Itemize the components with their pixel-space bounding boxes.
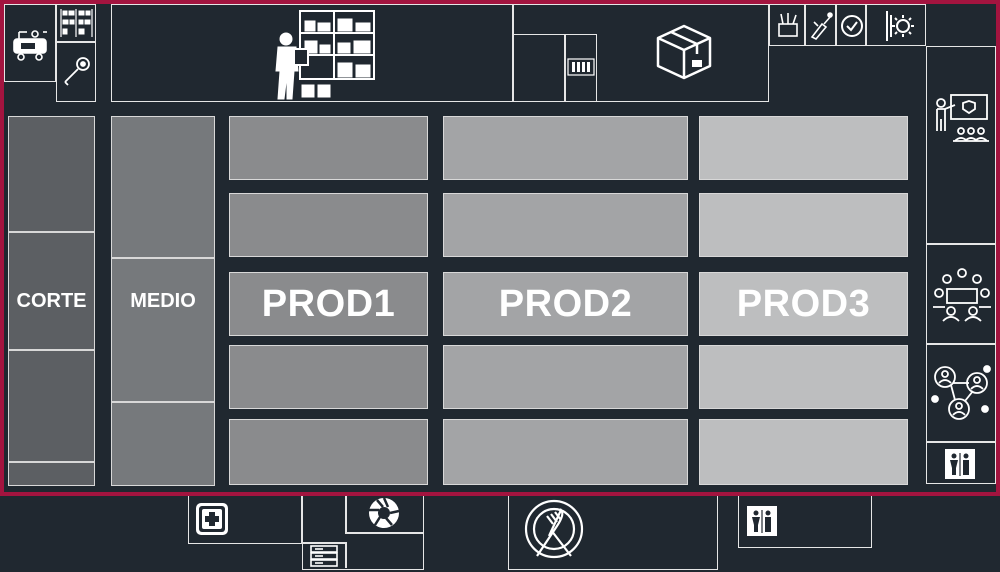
compressor-room[interactable] [4, 4, 56, 82]
maintenance-room[interactable] [56, 42, 96, 102]
prod2-line-3[interactable]: PROD2 [443, 272, 688, 336]
paint-cell[interactable] [805, 4, 836, 46]
warehouse-worker-icon [272, 9, 382, 101]
prod2-line-1[interactable] [443, 116, 688, 180]
prod1-line-1[interactable] [229, 116, 428, 180]
prod3-line-3[interactable]: PROD3 [699, 272, 908, 336]
compressor-icon [11, 27, 49, 65]
prod1-line-3[interactable]: PROD1 [229, 272, 428, 336]
collaboration-room[interactable] [926, 344, 996, 442]
quality-cell[interactable] [836, 4, 866, 46]
prod3-line-2[interactable] [699, 193, 908, 257]
meeting-room[interactable] [926, 244, 996, 344]
package-box-icon [654, 22, 714, 82]
zone-prod2-label: PROD2 [498, 282, 633, 325]
zone-prod1[interactable]: PROD1 [229, 116, 428, 486]
gear-icon [881, 9, 915, 43]
zone-prod1-label: PROD1 [261, 282, 396, 325]
tools-cell[interactable] [769, 4, 805, 46]
server-icon [309, 544, 339, 568]
cafeteria[interactable] [508, 496, 718, 570]
network-people-icon [931, 363, 993, 425]
training-room[interactable] [926, 46, 996, 244]
zone-prod3[interactable]: PROD3 [699, 116, 908, 486]
shelving-icon [59, 7, 95, 39]
restroom-icon [945, 449, 975, 479]
check-circle-icon [839, 13, 865, 39]
tools-icon [774, 11, 802, 39]
camera-shutter-icon [367, 496, 401, 530]
paint-sprayer-icon [808, 12, 834, 40]
prod3-line-5[interactable] [699, 419, 908, 485]
loading-dock[interactable] [513, 34, 597, 102]
prod1-line-5[interactable] [229, 419, 428, 485]
dining-icon [523, 496, 585, 562]
zone-corte[interactable]: CORTE [8, 116, 95, 486]
restroom-icon [747, 506, 777, 536]
first-aid-icon [195, 502, 229, 536]
prod1-line-4[interactable] [229, 345, 428, 409]
restroom-right[interactable] [926, 442, 996, 484]
loading-dock-icon [566, 55, 596, 79]
prod1-line-2[interactable] [229, 193, 428, 257]
shelving-room[interactable] [56, 4, 96, 42]
zone-medio[interactable]: MEDIO [111, 116, 215, 486]
meeting-icon [931, 267, 993, 323]
machining-cell[interactable] [866, 4, 926, 46]
prod3-line-4[interactable] [699, 345, 908, 409]
wrench-icon [60, 53, 94, 87]
prod2-line-5[interactable] [443, 419, 688, 485]
training-icon [933, 91, 993, 151]
zone-medio-label: MEDIO [130, 289, 196, 312]
zone-prod3-label: PROD3 [736, 282, 871, 325]
restroom-bottom[interactable] [738, 496, 872, 548]
prod2-line-2[interactable] [443, 193, 688, 257]
zone-prod2[interactable]: PROD2 [443, 116, 688, 486]
warehouse-area[interactable] [111, 4, 513, 102]
prod3-line-1[interactable] [699, 116, 908, 180]
first-aid-room[interactable] [188, 496, 302, 544]
security-room[interactable] [302, 496, 424, 570]
prod2-line-4[interactable] [443, 345, 688, 409]
zone-corte-label: CORTE [16, 289, 87, 312]
